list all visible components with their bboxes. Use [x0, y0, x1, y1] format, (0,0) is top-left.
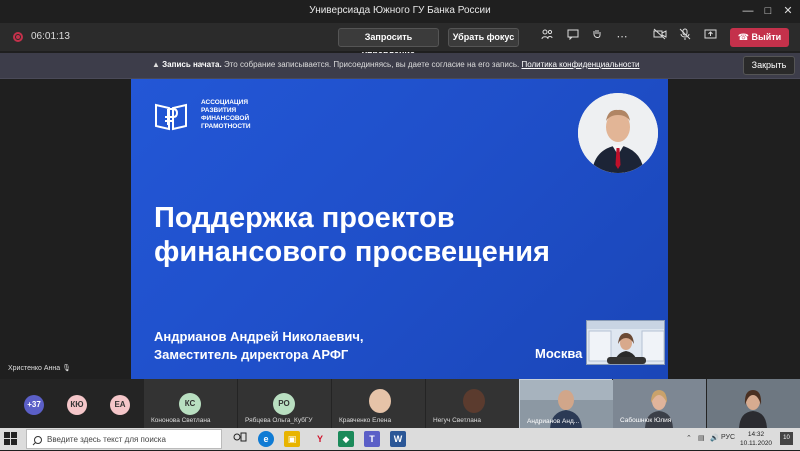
title-bar: Универсиада Южного ГУ Банка России — □ ✕: [0, 0, 800, 23]
window-title: Универсиада Южного ГУ Банка России: [309, 5, 491, 16]
slide-headline: Поддержка проектов финансового просвещен…: [154, 201, 654, 269]
participant-photo: [463, 389, 485, 413]
presenter-name: Христенко Анна 🎙: [8, 364, 71, 372]
participant-name: Негуч Светлана: [433, 417, 482, 424]
participant-video-tile[interactable]: [707, 379, 800, 428]
banner-text: Это собрание записывается. Присоединяясь…: [223, 60, 520, 69]
slide-city: Москва: [535, 346, 583, 361]
leave-button[interactable]: ☎ Выйти: [730, 28, 789, 47]
recording-banner: ▲ Запись начата. Это собрание записывает…: [0, 53, 800, 79]
taskbar-search-box[interactable]: Введите здесь текст для поиска: [26, 429, 222, 449]
logo-line: ФИНАНСОВОЙ: [201, 115, 250, 122]
headline-line: финансового просвещения: [154, 236, 550, 268]
close-banner-button[interactable]: Закрыть: [743, 56, 795, 75]
network-icon[interactable]: ▤: [698, 434, 705, 442]
mic-icon: 🎙: [62, 365, 71, 372]
participant-photo: [369, 389, 391, 413]
meeting-timer: 06:01:13: [31, 31, 70, 42]
logo-text: АССОЦИАЦИЯ РАЗВИТИЯ ФИНАНСОВОЙ ГРАМОТНОС…: [201, 99, 271, 131]
speaker-name: Андрианов Андрей Николаевич,: [154, 329, 364, 344]
presenter-preview[interactable]: [586, 320, 665, 365]
share-screen-icon[interactable]: [701, 28, 719, 46]
speaker-photo: [578, 93, 658, 173]
search-icon: [32, 433, 43, 451]
participants-icon[interactable]: [538, 28, 556, 46]
windows-taskbar: Введите здесь текст для поиска e ▣ Y ◆ T…: [0, 428, 800, 450]
notifications-icon[interactable]: 10: [780, 432, 793, 445]
search-placeholder: Введите здесь текст для поиска: [47, 435, 166, 444]
app-icon[interactable]: ◆: [338, 431, 354, 447]
participant-avatar: КС: [179, 393, 201, 415]
warning-icon: ▲: [152, 60, 160, 69]
speaker-role: Заместитель директора АРФГ: [154, 347, 349, 362]
participant-video-tile[interactable]: Сабошнюк Юлия: [613, 379, 706, 428]
teams-icon[interactable]: T: [364, 431, 380, 447]
taskbar-clock[interactable]: 14:32 10.11.2020: [740, 430, 772, 448]
keyboard-language[interactable]: РУС: [721, 434, 735, 441]
clock-time: 14:32: [747, 431, 765, 438]
participant-tile[interactable]: Кравченко Елена: [332, 379, 425, 428]
word-icon[interactable]: W: [390, 431, 406, 447]
privacy-link[interactable]: Политика конфиденциальности: [521, 60, 639, 69]
windows-start-icon[interactable]: [4, 432, 18, 446]
more-options-icon[interactable]: ⋯: [613, 28, 631, 46]
more-participants-button[interactable]: +37: [24, 395, 44, 415]
close-window-icon[interactable]: ✕: [776, 0, 800, 23]
participant-name: Кононова Светлана: [151, 417, 211, 424]
camera-off-icon[interactable]: [651, 28, 669, 46]
afl-logo-icon: [153, 99, 189, 131]
participant-avatar: РО: [273, 393, 295, 415]
banner-message: ▲ Запись начата. Это собрание записывает…: [152, 60, 640, 69]
leave-label: Выйти: [751, 32, 782, 42]
participant-avatar[interactable]: КЮ: [67, 395, 87, 415]
recording-icon: [13, 32, 23, 42]
edge-browser-icon[interactable]: e: [258, 431, 274, 447]
logo-line: РАЗВИТИЯ: [201, 107, 237, 114]
participant-tile[interactable]: Негуч Светлана: [426, 379, 519, 428]
presenter-name-text: Христенко Анна: [8, 365, 61, 372]
meeting-toolbar: 06:01:13 Запросить управление Убрать фок…: [0, 23, 800, 59]
logo-line: АССОЦИАЦИЯ: [201, 99, 249, 106]
take-focus-button[interactable]: Убрать фокус: [448, 28, 519, 47]
yandex-browser-icon[interactable]: Y: [312, 431, 328, 447]
volume-icon[interactable]: 🔊: [710, 434, 719, 442]
clock-date: 10.11.2020: [740, 440, 773, 447]
participant-video-tile[interactable]: Андрианов Анд...: [519, 379, 613, 429]
participant-avatar[interactable]: ЕА: [110, 395, 130, 415]
mic-off-icon[interactable]: [676, 28, 694, 46]
task-view-icon[interactable]: [232, 431, 248, 447]
participants-strip: +37 КЮ ЕА КС Кононова Светлана РО Рябцев…: [0, 379, 800, 429]
participant-name: Рябцева Ольга_КубГУ: [245, 417, 313, 424]
logo-line: ГРАМОТНОСТИ: [201, 123, 251, 130]
chat-icon[interactable]: [564, 28, 582, 46]
tray-chevron-icon[interactable]: ⌃: [686, 434, 692, 442]
participant-name: Сабошнюк Юлия: [620, 417, 672, 424]
request-control-button[interactable]: Запросить управление: [338, 28, 439, 59]
hang-up-icon: ☎: [737, 32, 750, 42]
participant-tile[interactable]: КС Кононова Светлана: [144, 379, 237, 428]
participant-name: Кравченко Елена: [339, 417, 392, 424]
participant-name: Андрианов Анд...: [527, 418, 580, 425]
headline-line: Поддержка проектов: [154, 202, 455, 234]
speaker-info: Андрианов Андрей Николаевич, Заместитель…: [154, 328, 484, 364]
raise-hand-icon[interactable]: [588, 28, 606, 46]
participant-tile[interactable]: РО Рябцева Ольга_КубГУ: [238, 379, 331, 428]
banner-title: Запись начата.: [162, 60, 222, 69]
file-explorer-icon[interactable]: ▣: [284, 431, 300, 447]
notification-count: 10: [783, 435, 790, 441]
